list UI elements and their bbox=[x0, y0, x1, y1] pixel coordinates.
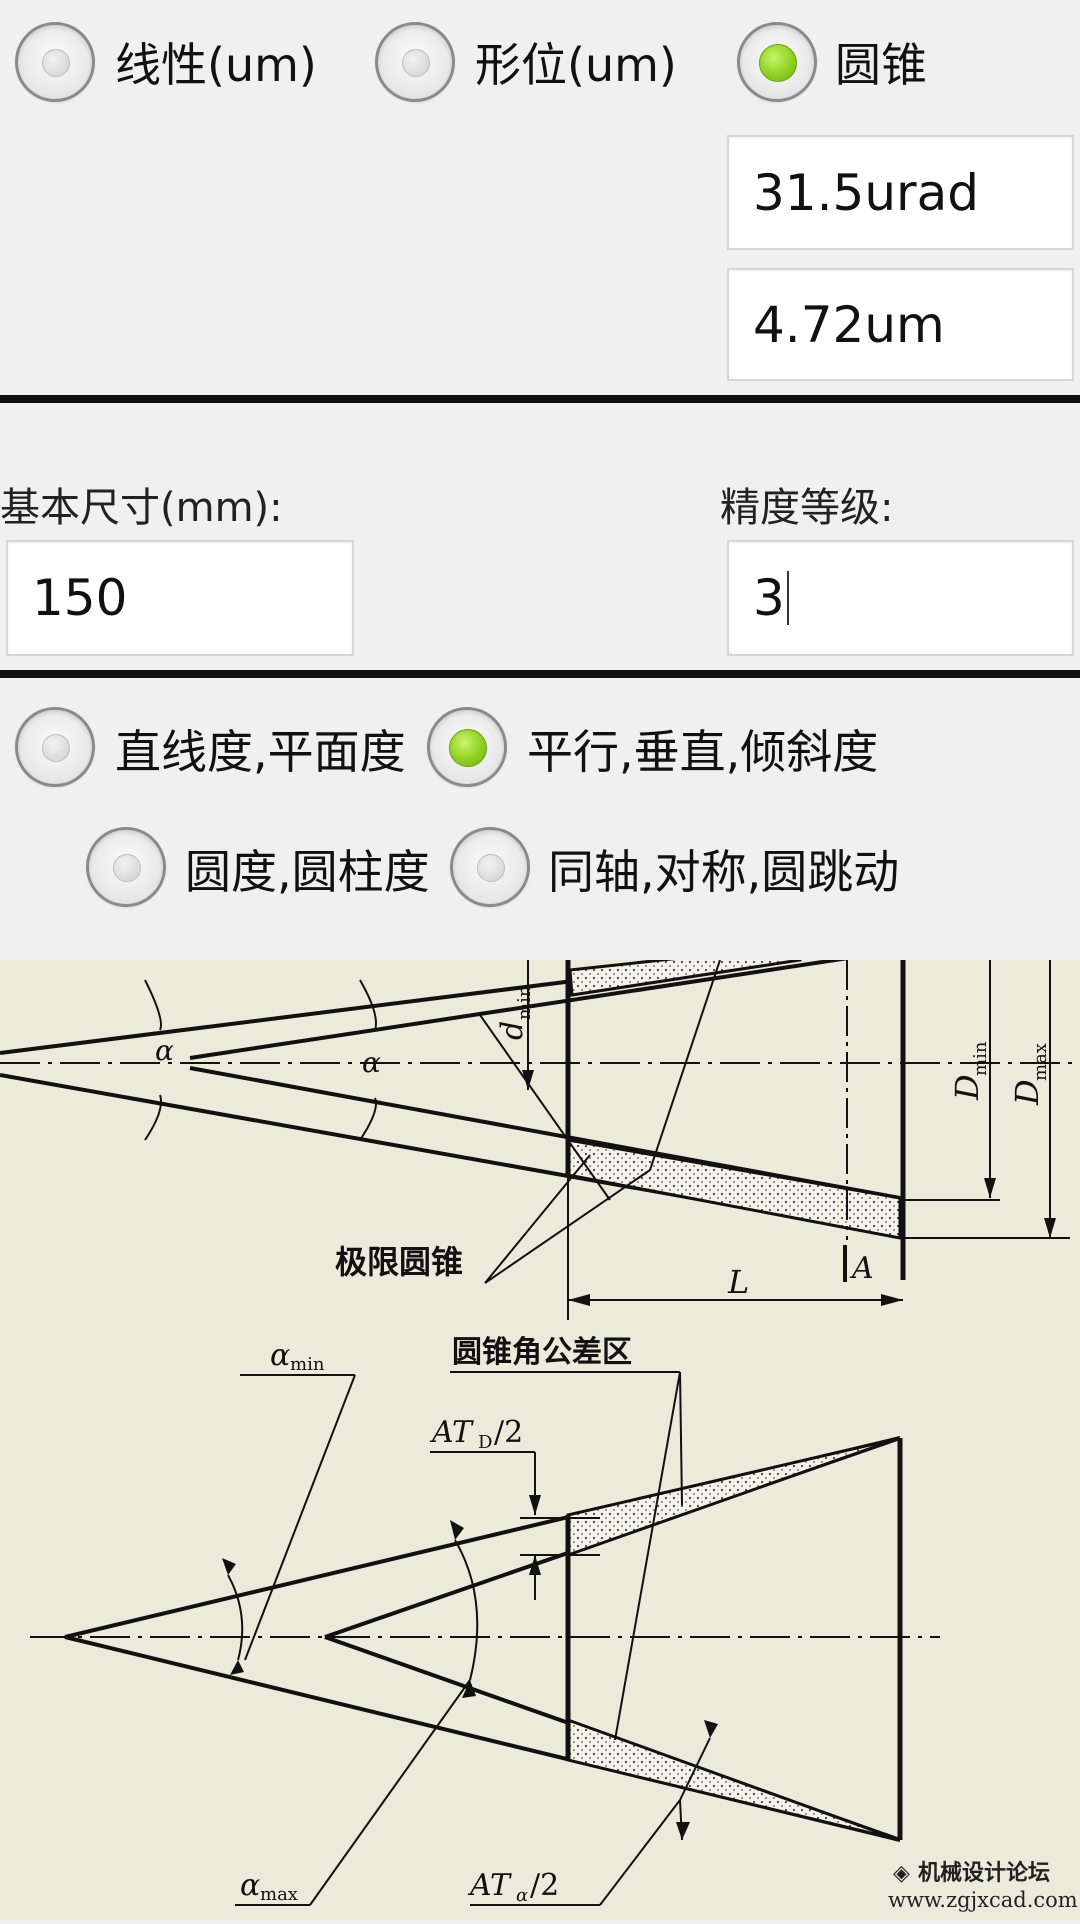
svg-text:AT: AT bbox=[429, 1415, 474, 1450]
svg-text:α: α bbox=[240, 1868, 260, 1903]
radio-coaxial[interactable] bbox=[450, 827, 530, 907]
cone-tolerance-diagram: α α d min D min D max 极限圆锥 L A α min 圆锥角… bbox=[0, 933, 1080, 1920]
radio-linear[interactable] bbox=[15, 22, 95, 102]
alpha-label-left: α bbox=[155, 1034, 174, 1067]
cone-diagram-svg: α α d min D min D max 极限圆锥 L A α min 圆锥角… bbox=[0, 933, 1080, 1912]
watermark-url: www.zgjxcad.com bbox=[888, 1888, 1078, 1912]
grade-label: 精度等级: bbox=[720, 485, 894, 531]
radio-indicator bbox=[113, 854, 141, 882]
svg-text:d: d bbox=[495, 1021, 530, 1040]
alpha-min-label: α min bbox=[270, 1338, 325, 1375]
alpha-label-right: α bbox=[362, 1046, 381, 1079]
radio-coaxial-label[interactable]: 同轴,对称,圆跳动 bbox=[548, 849, 899, 895]
radio-cone[interactable] bbox=[737, 22, 817, 102]
radio-indicator bbox=[402, 49, 430, 77]
D-min-label: D min bbox=[948, 1041, 991, 1101]
watermark: ◈ 机械设计论坛 www.zgjxcad.com bbox=[888, 1860, 1078, 1912]
upper-cone-figure bbox=[0, 933, 1080, 1320]
text-cursor bbox=[786, 571, 789, 625]
grade-input[interactable]: 3 bbox=[727, 540, 1074, 656]
A-label: A bbox=[849, 1251, 874, 1286]
section-divider bbox=[0, 395, 1080, 403]
svg-text:α: α bbox=[270, 1338, 290, 1373]
watermark-icon: ◈ bbox=[893, 1861, 910, 1886]
radio-straightness[interactable] bbox=[15, 707, 95, 787]
watermark-title: 机械设计论坛 bbox=[918, 1860, 1050, 1886]
radio-straightness-label[interactable]: 直线度,平面度 bbox=[115, 729, 406, 775]
limit-cones-label: 极限圆锥 bbox=[335, 1243, 463, 1281]
basic-size-value: 150 bbox=[32, 569, 128, 627]
radio-roundness[interactable] bbox=[86, 827, 166, 907]
svg-text:α: α bbox=[516, 1885, 528, 1906]
radio-parallel-label[interactable]: 平行,垂直,倾斜度 bbox=[527, 729, 878, 775]
radio-indicator-checked bbox=[759, 44, 797, 82]
D-max-label: D max bbox=[1008, 1043, 1051, 1106]
angle-result-value: 31.5urad bbox=[753, 163, 979, 222]
radio-linear-label[interactable]: 线性(um) bbox=[115, 42, 317, 88]
svg-text:min: min bbox=[290, 1354, 325, 1375]
basic-size-label: 基本尺寸(mm): bbox=[0, 485, 283, 531]
radio-cone-label[interactable]: 圆锥 bbox=[835, 42, 927, 88]
grade-value: 3 bbox=[753, 569, 785, 627]
svg-text:min: min bbox=[970, 1041, 991, 1076]
ATa-label: AT α /2 bbox=[467, 1868, 559, 1906]
length-result-field[interactable]: 4.72um bbox=[727, 268, 1074, 381]
radio-indicator bbox=[42, 49, 70, 77]
svg-text:/2: /2 bbox=[494, 1415, 523, 1450]
radio-indicator bbox=[42, 734, 70, 762]
radio-indicator bbox=[477, 854, 505, 882]
svg-text:max: max bbox=[260, 1884, 298, 1905]
radio-geometric[interactable] bbox=[375, 22, 455, 102]
svg-text:D: D bbox=[948, 1074, 986, 1101]
L-label: L bbox=[727, 1263, 749, 1301]
svg-text:max: max bbox=[1030, 1043, 1051, 1081]
section-divider bbox=[0, 670, 1080, 678]
radio-geometric-label[interactable]: 形位(um) bbox=[475, 42, 677, 88]
svg-text:min: min bbox=[514, 985, 535, 1020]
svg-text:AT: AT bbox=[467, 1868, 512, 1903]
radio-indicator-checked bbox=[449, 729, 487, 767]
angle-result-field[interactable]: 31.5urad bbox=[727, 135, 1074, 250]
lower-arrows bbox=[222, 1495, 718, 1840]
svg-text:/2: /2 bbox=[530, 1868, 559, 1903]
cone-angle-zone-label: 圆锥角公差区 bbox=[452, 1335, 632, 1370]
length-result-value: 4.72um bbox=[753, 295, 945, 354]
svg-text:D: D bbox=[478, 1432, 492, 1453]
ATD-label: AT D /2 bbox=[429, 1415, 523, 1453]
radio-roundness-label[interactable]: 圆度,圆柱度 bbox=[185, 849, 430, 895]
basic-size-input[interactable]: 150 bbox=[6, 540, 354, 656]
svg-text:D: D bbox=[1008, 1079, 1046, 1106]
alpha-max-label: α max bbox=[240, 1868, 298, 1905]
radio-parallel[interactable] bbox=[427, 707, 507, 787]
